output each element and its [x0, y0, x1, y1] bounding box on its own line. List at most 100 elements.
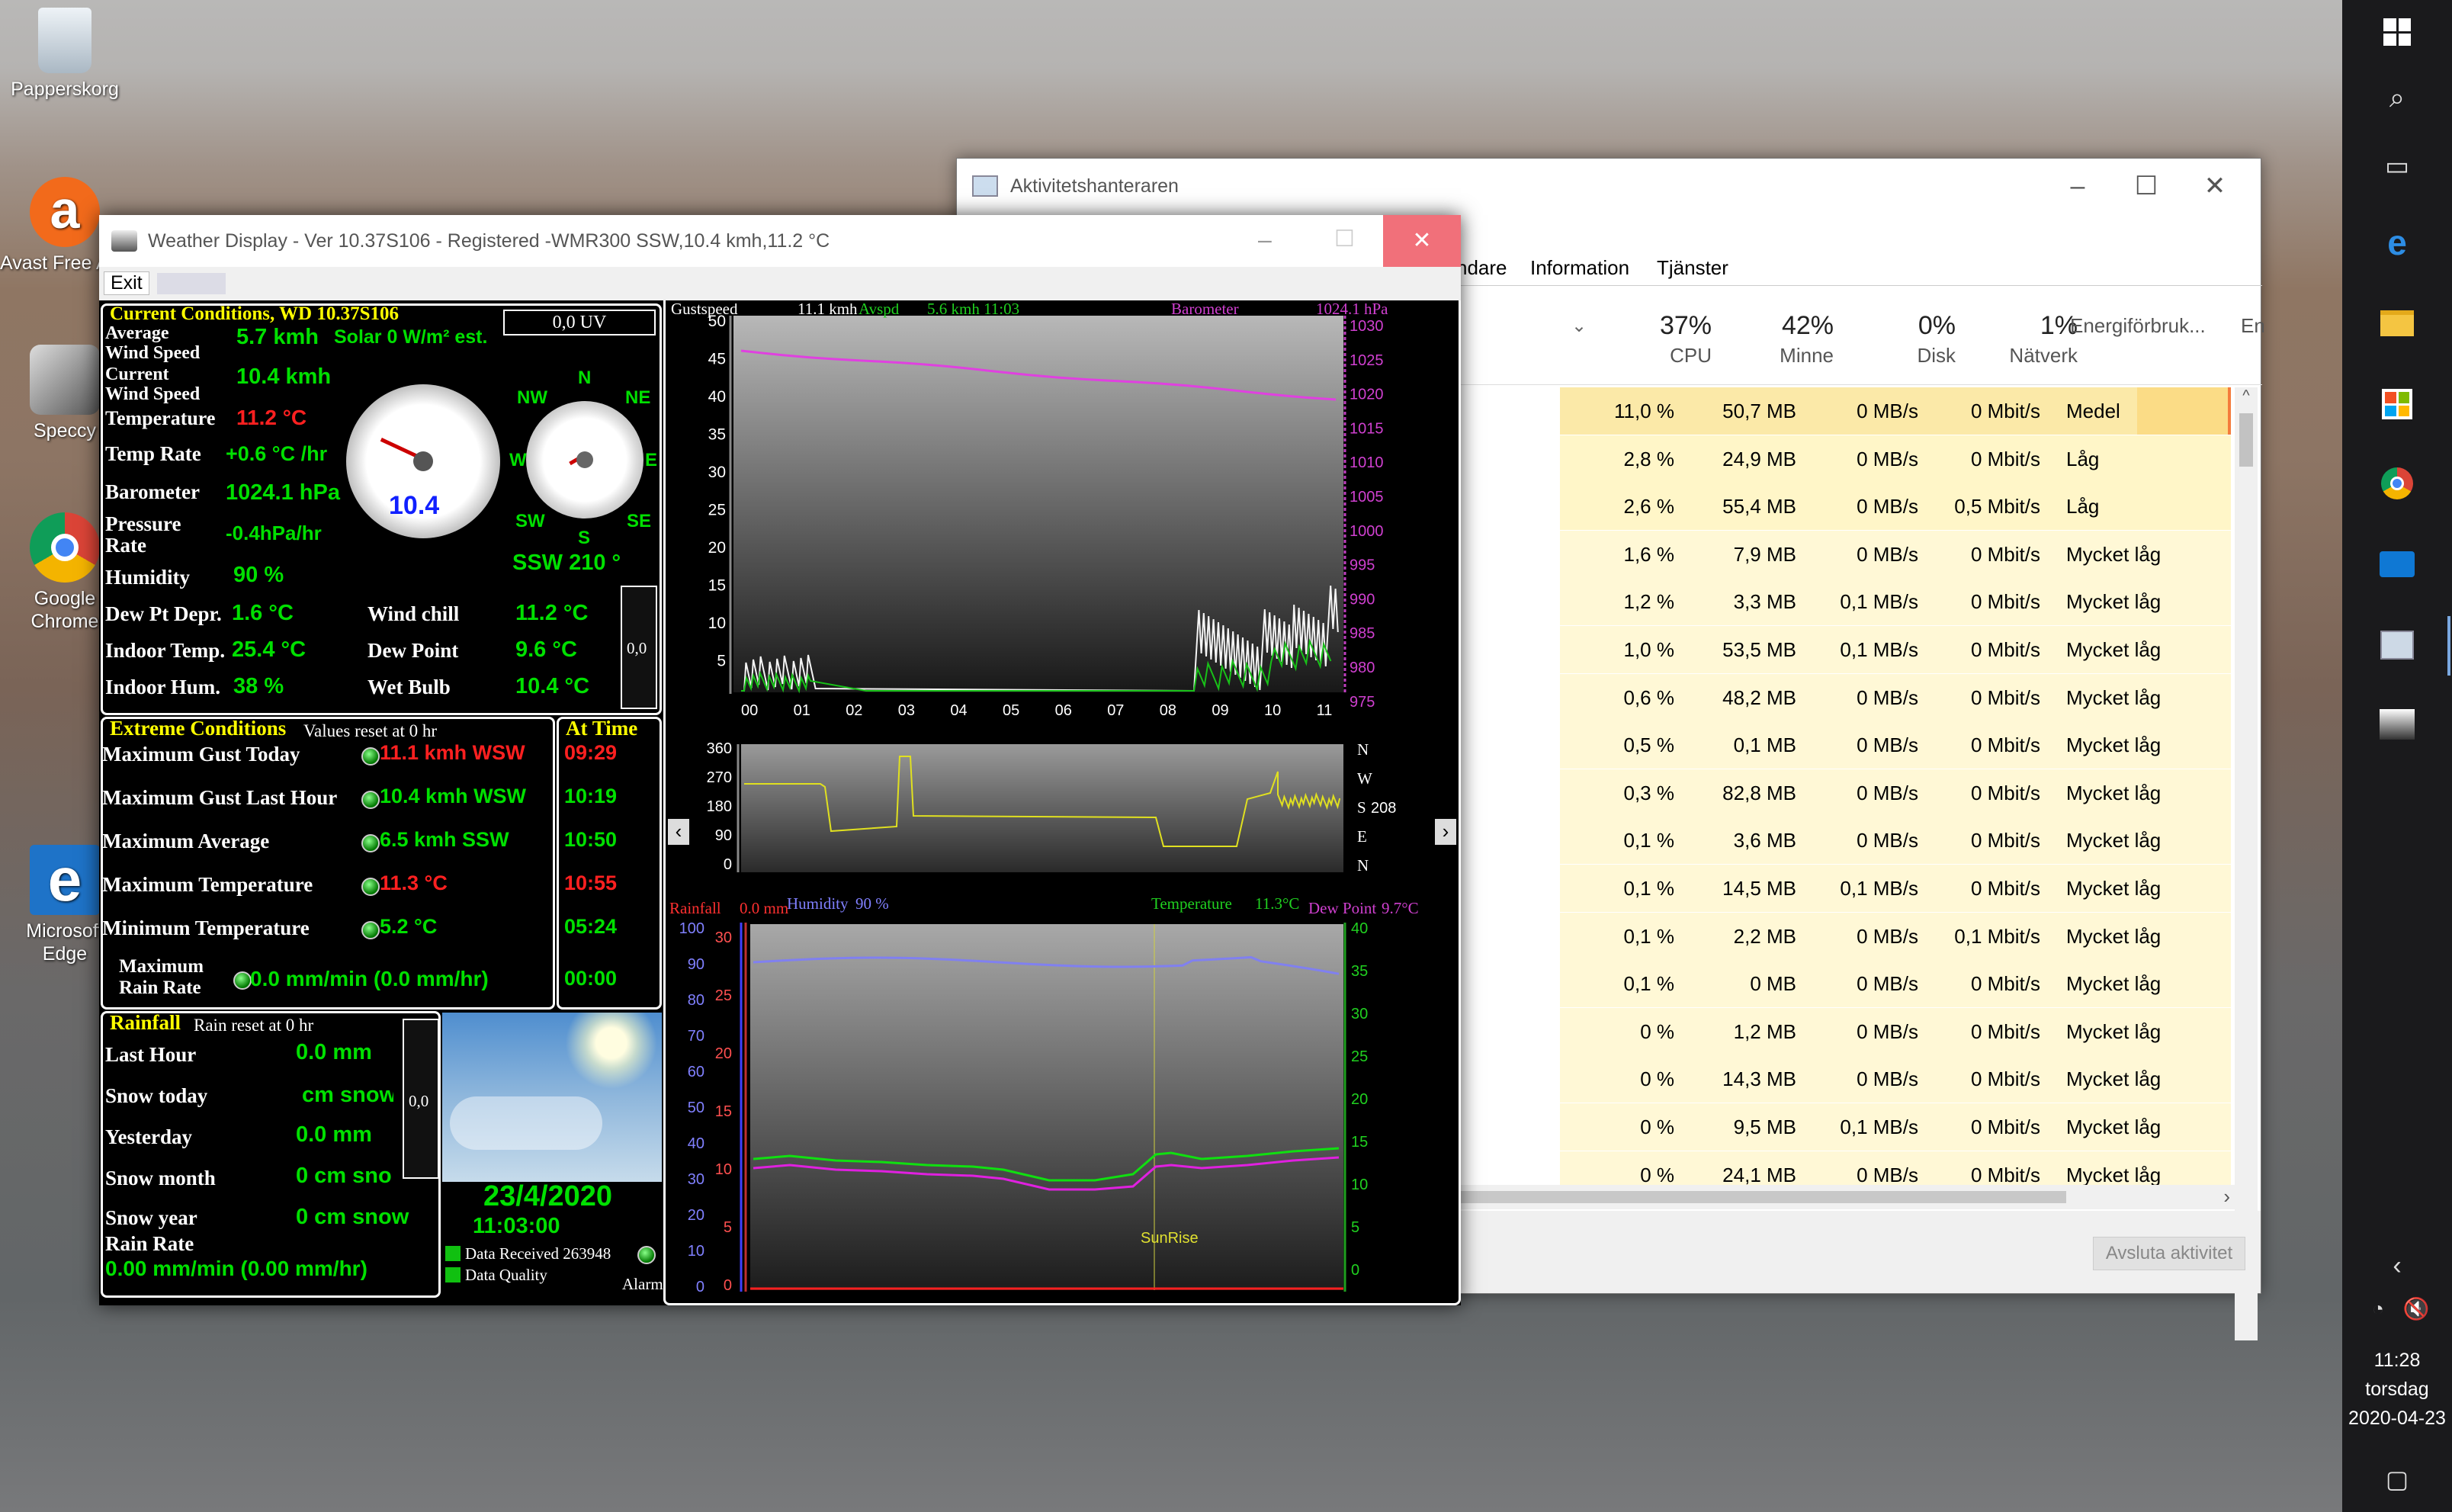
wind-speed-gauge: 10.4	[346, 384, 500, 538]
horizontal-scroll-thumb[interactable]	[1460, 1191, 2066, 1203]
windows-start-icon[interactable]	[2376, 11, 2418, 53]
data-received-label: Data Received 263948	[465, 1244, 611, 1263]
column-network[interactable]: 1% Nätverk	[1963, 311, 2078, 368]
end-task-button[interactable]: Avsluta aktivitet	[2093, 1237, 2245, 1270]
process-row[interactable]: 0,1 % 14,5 MB 0,1 MB/s 0 Mbit/s Mycket låg	[1560, 865, 2231, 912]
last-hour-value: 0.0 mm	[296, 1040, 372, 1064]
process-row[interactable]: 1,2 % 3,3 MB 0,1 MB/s 0 Mbit/s Mycket låg	[1560, 578, 2231, 626]
active-app-indicator	[2447, 616, 2450, 676]
process-row[interactable]: 0 % 9,5 MB 0,1 MB/s 0 Mbit/s Mycket låg	[1560, 1103, 2231, 1151]
cell-memory: 55,4 MB	[1722, 495, 1796, 518]
minimize-button[interactable]: –	[1258, 226, 1272, 254]
process-row[interactable]: 11,0 % 50,7 MB 0 MB/s 0 Mbit/s Medel	[1560, 387, 2231, 435]
alarm-label[interactable]: Alarm	[622, 1275, 663, 1294]
baro-tick-label: 1000	[1350, 523, 1384, 540]
process-row[interactable]: 0 % 14,3 MB 0 MB/s 0 Mbit/s Mycket låg	[1560, 1055, 2231, 1103]
process-row[interactable]: 1,6 % 7,9 MB 0 MB/s 0 Mbit/s Mycket låg	[1560, 530, 2231, 578]
hour-tick-label: 04	[950, 702, 967, 719]
column-power-trend[interactable]: En	[2241, 311, 2264, 338]
rain-rate-value: 0.00 mm/min (0.00 mm/hr)	[105, 1257, 367, 1280]
cell-cpu: 0,6 %	[1623, 685, 1675, 709]
cell-power: Medel	[2066, 400, 2120, 422]
chrome-taskbar-icon[interactable]	[2376, 462, 2418, 505]
humidity-tick-label: 40	[688, 1135, 704, 1152]
process-row[interactable]: 0,1 % 3,6 MB 0 MB/s 0 Mbit/s Mycket låg	[1560, 817, 2231, 865]
maximize-button[interactable]: ☐	[2108, 159, 2184, 213]
baro-tick-label: 1005	[1350, 489, 1384, 506]
edge-taskbar-icon[interactable]: e	[2376, 221, 2418, 264]
task-view-icon[interactable]: ▭	[2376, 145, 2418, 188]
file-explorer-icon[interactable]	[2376, 302, 2418, 345]
process-row[interactable]: 1,0 % 53,5 MB 0,1 MB/s 0 Mbit/s Mycket låg	[1560, 626, 2231, 673]
taskbar-clock[interactable]: 11:28 torsdag 2020-04-23	[2342, 1346, 2452, 1433]
menu-item-blank[interactable]	[157, 273, 226, 294]
process-row[interactable]: 2,8 % 24,9 MB 0 MB/s 0 Mbit/s Låg	[1560, 435, 2231, 483]
store-icon[interactable]	[2376, 383, 2418, 425]
mail-icon[interactable]	[2376, 543, 2418, 586]
tab-information[interactable]: Information	[1530, 256, 1629, 280]
cell-power: Mycket låg	[2066, 638, 2162, 661]
hour-tick-label: 03	[898, 702, 915, 719]
process-row[interactable]: 0,3 % 82,8 MB 0 MB/s 0 Mbit/s Mycket låg	[1560, 769, 2231, 817]
show-hidden-icons-chevron-icon[interactable]: ‹	[2376, 1244, 2418, 1287]
weather-display-window: Weather Display - Ver 10.37S106 - Regist…	[99, 215, 1461, 1305]
rain-tick-label: 20	[715, 1045, 732, 1062]
desktop-icon-recycle-bin[interactable]: Papperskorg	[0, 8, 130, 101]
close-button[interactable]: ✕	[2177, 159, 2253, 213]
scroll-thumb[interactable]	[2239, 413, 2253, 467]
rain-rate-label: Rain Rate	[105, 1232, 194, 1255]
close-button[interactable]: ✕	[1383, 215, 1461, 267]
tab-processes-partial[interactable]: ndare	[1456, 256, 1507, 280]
action-center-icon[interactable]: ▢	[2376, 1458, 2418, 1501]
column-disk[interactable]: 0% Disk	[1841, 311, 1956, 368]
yesterday-value: 0.0 mm	[296, 1122, 372, 1147]
baro-tick-label: 990	[1350, 591, 1375, 608]
scroll-up-icon[interactable]: ^	[2235, 387, 2258, 405]
compass-ne: NE	[625, 387, 651, 408]
cell-disk: 0 MB/s	[1857, 447, 1918, 470]
column-power[interactable]: Energiförbruk...	[2070, 311, 2245, 338]
menu-exit[interactable]: Exit	[104, 271, 149, 295]
network-icon[interactable]: ◔	[2359, 1287, 2397, 1330]
process-row[interactable]: 0 % 1,2 MB 0 MB/s 0 Mbit/s Mycket låg	[1560, 1007, 2231, 1055]
sort-chevron-down-icon[interactable]: ⌄	[1571, 315, 1587, 337]
wind-chill-value: 11.2 °C	[515, 601, 589, 625]
y-tick-label: 40	[708, 388, 726, 406]
hour-tick-label: 03	[902, 1303, 919, 1304]
task-manager-taskbar-icon[interactable]	[2376, 624, 2418, 666]
cell-network: 0 Mbit/s	[1970, 877, 2040, 900]
direction-value: 208	[1371, 800, 1396, 817]
horizontal-scrollbar[interactable]: ›	[1460, 1185, 2245, 1209]
column-cpu[interactable]: 37% CPU	[1597, 311, 1712, 368]
process-row[interactable]: 0,1 % 0 MB 0 MB/s 0 Mbit/s Mycket låg	[1560, 960, 2231, 1008]
cell-power: Mycket låg	[2066, 781, 2162, 804]
column-memory[interactable]: 42% Minne	[1719, 311, 1834, 368]
process-row[interactable]: 2,6 % 55,4 MB 0 MB/s 0,5 Mbit/s Låg	[1560, 483, 2231, 531]
scroll-right-button[interactable]: ›	[1435, 819, 1456, 845]
weather-display-titlebar[interactable]: Weather Display - Ver 10.37S106 - Regist…	[99, 215, 1461, 267]
cell-memory: 24,9 MB	[1722, 447, 1796, 470]
cell-power: Mycket låg	[2066, 1019, 2162, 1043]
wind-chill-label: Wind chill	[367, 602, 460, 625]
cell-disk: 0 MB/s	[1857, 1163, 1918, 1186]
search-icon[interactable]: ⌕	[2376, 76, 2418, 119]
rain-tick-label: 0	[724, 1277, 732, 1294]
temp-rate-value: +0.6 °C /hr	[226, 442, 328, 465]
extreme-value: 10.4 kmh WSW	[380, 785, 527, 807]
process-row[interactable]: 0,6 % 48,2 MB 0 MB/s 0 Mbit/s Mycket låg	[1560, 673, 2231, 721]
dew-point-value: 9.6 °C	[515, 637, 577, 662]
volume-muted-icon[interactable]: 🔇	[2397, 1287, 2435, 1330]
process-row[interactable]: 0,5 % 0,1 MB 0 MB/s 0 Mbit/s Mycket låg	[1560, 721, 2231, 769]
cell-memory: 14,5 MB	[1722, 877, 1796, 900]
scroll-left-button[interactable]: ‹	[668, 819, 689, 845]
cell-power: Mycket låg	[2066, 877, 2162, 900]
tab-services[interactable]: Tjänster	[1657, 256, 1728, 280]
hour-tick-label: 11	[1301, 1303, 1317, 1304]
weather-display-taskbar-icon[interactable]	[2376, 703, 2418, 746]
snow-year-label: Snow year	[105, 1206, 197, 1229]
process-row[interactable]: 0,1 % 2,2 MB 0 MB/s 0,1 Mbit/s Mycket låg	[1560, 912, 2231, 960]
scroll-right-icon[interactable]: ›	[2223, 1185, 2230, 1209]
maximize-button[interactable]: ☐	[1334, 226, 1355, 252]
minimize-button[interactable]: –	[2040, 159, 2116, 213]
compass-w: W	[509, 450, 527, 470]
